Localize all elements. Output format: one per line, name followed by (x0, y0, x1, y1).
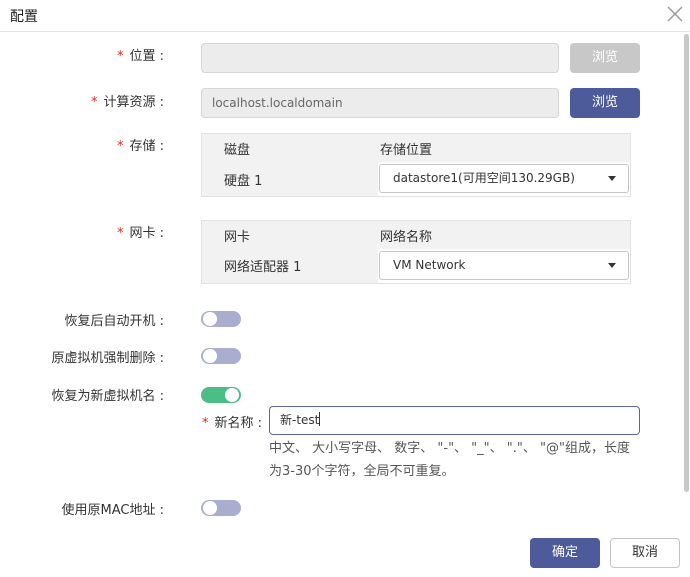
nic-header-nic: 网卡 (224, 230, 251, 245)
dialog-titlebar: 配置 (0, 0, 690, 32)
nic-label: * 网卡 : (116, 226, 164, 241)
nic-network-value: VM Network (393, 258, 466, 272)
nic-name-cell: 网络适配器 1 (224, 260, 302, 275)
auto-power-on-toggle[interactable] (201, 311, 241, 327)
storage-table: 磁盘 存储位置 硬盘 1 datastore1(可用空间130.29GB) (201, 133, 631, 197)
scrollbar[interactable] (684, 34, 689, 492)
new-name-value: 新-test (280, 413, 320, 427)
auto-power-on-label: 恢复后自动开机 : (64, 314, 164, 329)
storage-location-select[interactable]: datastore1(可用空间130.29GB) (379, 164, 629, 193)
force-delete-label: 原虚拟机强制删除 : (51, 351, 164, 366)
location-label: * 位置 : (116, 49, 164, 64)
required-marker: * (201, 416, 209, 431)
nic-table-row: 网络适配器 1 VM Network (202, 249, 630, 283)
required-marker: * (116, 49, 124, 64)
new-name-input[interactable]: 新-test (269, 406, 640, 435)
location-input[interactable] (201, 43, 559, 73)
compute-input[interactable]: localhost.localdomain (201, 88, 559, 118)
storage-location-value: datastore1(可用空间130.29GB) (393, 171, 575, 185)
use-original-mac-label: 使用原MAC地址 : (61, 503, 164, 518)
new-name-hint: 中文、 大小写字母、 数字、 "-"、 "_"、 "."、 "@"组成，长度为3… (269, 441, 630, 479)
storage-label: * 存储 : (116, 139, 164, 154)
nic-network-select[interactable]: VM Network (379, 251, 629, 280)
compute-browse-button[interactable]: 浏览 (570, 88, 640, 118)
dialog-title: 配置 (10, 9, 38, 25)
confirm-button[interactable]: 确定 (530, 538, 600, 568)
required-marker: * (116, 226, 124, 241)
use-original-mac-toggle[interactable] (201, 500, 241, 516)
nic-header-network: 网络名称 (380, 230, 433, 245)
restore-as-new-toggle[interactable] (201, 387, 241, 403)
required-marker: * (90, 95, 98, 110)
text-cursor (319, 412, 321, 426)
required-marker: * (116, 139, 124, 154)
restore-as-new-label: 恢复为新虚拟机名 : (51, 389, 164, 404)
nic-table-header: 网卡 网络名称 (202, 221, 630, 249)
compute-label: * 计算资源 : (90, 95, 164, 110)
nic-table: 网卡 网络名称 网络适配器 1 VM Network (201, 220, 631, 284)
cancel-button[interactable]: 取消 (610, 538, 680, 568)
storage-table-header: 磁盘 存储位置 (202, 134, 630, 162)
caret-down-icon (608, 263, 616, 268)
location-browse-button[interactable]: 浏览 (570, 43, 640, 73)
storage-header-location: 存储位置 (380, 143, 433, 158)
close-icon[interactable] (664, 3, 686, 25)
caret-down-icon (608, 176, 616, 181)
storage-disk-cell: 硬盘 1 (224, 174, 263, 189)
new-name-label: * 新名称 : (201, 416, 262, 431)
force-delete-toggle[interactable] (201, 348, 241, 364)
storage-header-disk: 磁盘 (224, 143, 251, 158)
storage-table-row: 硬盘 1 datastore1(可用空间130.29GB) (202, 162, 630, 196)
